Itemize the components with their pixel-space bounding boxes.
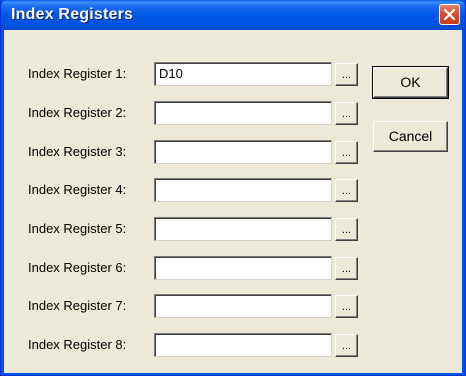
register-label-2: Index Register 2: (28, 105, 127, 120)
register-label-3: Index Register 3: (28, 144, 127, 159)
ok-button[interactable]: OK (372, 66, 449, 99)
register-label-5: Index Register 5: (28, 221, 127, 236)
browse-button-4[interactable]: ... (335, 179, 358, 202)
browse-button-3[interactable]: ... (335, 141, 358, 164)
browse-button-6[interactable]: ... (335, 257, 358, 280)
register-input-2[interactable] (154, 101, 332, 125)
browse-button-8[interactable]: ... (335, 334, 358, 357)
register-input-8[interactable] (154, 333, 332, 357)
dialog-body: Index Register 1: D10 ... Index Register… (4, 30, 462, 373)
browse-button-2[interactable]: ... (335, 102, 358, 125)
browse-button-5[interactable]: ... (335, 218, 358, 241)
register-input-4[interactable] (154, 178, 332, 202)
register-label-7: Index Register 7: (28, 298, 127, 313)
close-icon (444, 9, 455, 20)
register-label-6: Index Register 6: (28, 260, 127, 275)
dialog-title: Index Registers (11, 6, 134, 23)
close-button[interactable] (439, 4, 460, 25)
title-bar[interactable]: Index Registers (1, 0, 465, 30)
register-input-3[interactable] (154, 140, 332, 164)
cancel-button[interactable]: Cancel (373, 121, 448, 152)
register-input-5[interactable] (154, 217, 332, 241)
register-input-1[interactable]: D10 (154, 62, 332, 86)
register-input-7[interactable] (154, 294, 332, 318)
register-label-8: Index Register 8: (28, 337, 127, 352)
browse-button-7[interactable]: ... (335, 295, 358, 318)
dialog-window: Index Registers Index Register 1: D10 ..… (0, 0, 466, 376)
register-label-4: Index Register 4: (28, 182, 127, 197)
register-input-6[interactable] (154, 256, 332, 280)
register-label-1: Index Register 1: (28, 66, 127, 81)
browse-button-1[interactable]: ... (335, 63, 358, 86)
